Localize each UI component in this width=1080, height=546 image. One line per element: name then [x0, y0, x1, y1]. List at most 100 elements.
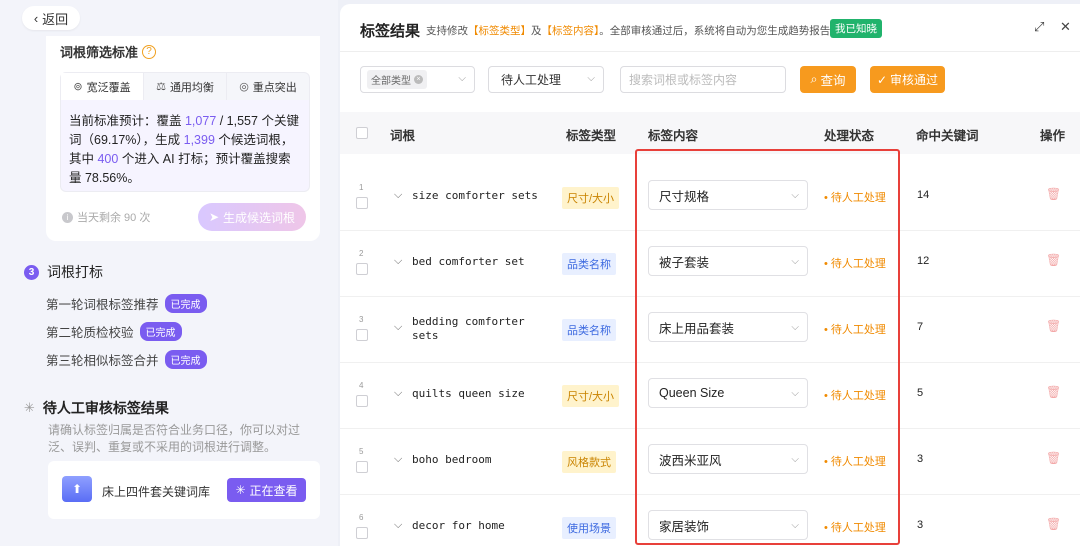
- filter-criteria-title: 词根筛选标准 ?: [60, 42, 157, 61]
- expand-chevron-icon[interactable]: ⌵: [394, 387, 402, 400]
- row-index: 5: [359, 447, 364, 456]
- broadcast-icon: ⊚: [73, 81, 83, 93]
- tag-type-badge[interactable]: 品类名称: [562, 253, 616, 275]
- tag-results-panel: 标签结果 支持修改【标签类型】及【标签内容】。全部审核通过后，系统将自动为您生成…: [340, 4, 1080, 546]
- search-icon: ⌕: [810, 72, 818, 86]
- hit-count: 3: [917, 519, 924, 531]
- root-word: size comforter sets: [412, 189, 538, 202]
- root-word: decor for home: [412, 519, 505, 532]
- substep-round-3: 第三轮相似标签合并 已完成: [46, 350, 207, 369]
- back-label: 返回: [42, 11, 69, 27]
- substep-round-1: 第一轮词根标签推荐 已完成: [46, 294, 207, 313]
- hit-count: 7: [917, 321, 924, 333]
- panel-description: 支持修改【标签类型】及【标签内容】。全部审核通过后，系统将自动为您生成趋势报告。: [426, 25, 841, 37]
- col-tag-type: 标签类型: [566, 129, 617, 143]
- close-icon[interactable]: ✕: [1060, 19, 1071, 35]
- tag-type-badge[interactable]: 尺寸/大小: [562, 385, 620, 407]
- step-root-tagging: 3 词根打标: [24, 262, 103, 282]
- expand-chevron-icon[interactable]: ⌵: [394, 321, 402, 334]
- expand-chevron-icon[interactable]: ⌵: [394, 519, 402, 532]
- acknowledge-button[interactable]: 我已知晓: [830, 19, 882, 38]
- hit-count: 3: [917, 453, 924, 465]
- left-panel: ‹ 返回 词根筛选标准 ? ⊚ 宽泛覆盖 ⚖ 通用均衡 ◎ 重点突出 当前标准预…: [0, 0, 338, 546]
- col-status: 处理状态: [824, 129, 875, 143]
- row-index: 3: [359, 315, 364, 324]
- step-manual-review: ✳ 待人工审核标签结果: [24, 400, 169, 416]
- folder-upload-icon: ⬆: [62, 476, 92, 502]
- target-icon: ◎: [239, 81, 249, 93]
- row-checkbox[interactable]: [356, 329, 368, 341]
- select-all-checkbox[interactable]: [356, 127, 368, 139]
- expand-icon[interactable]: ⤢: [1034, 19, 1044, 35]
- tab-broad-coverage[interactable]: ⊚ 宽泛覆盖: [61, 73, 144, 100]
- manual-review-description: 请确认标签归属是否符合业务口径，你可以对过泛、误判、重复或不采用的词根进行调整。: [48, 423, 301, 454]
- chevron-down-icon: ⌵: [587, 73, 595, 84]
- chevron-left-icon: ‹: [33, 10, 39, 26]
- keyword-library-card: ⬆ 床上四件套关键词库 ✳ 正在查看: [48, 461, 320, 519]
- row-checkbox[interactable]: [356, 527, 368, 539]
- table-header: 词根 标签类型 标签内容 处理状态 命中关键词 操作: [340, 112, 1080, 154]
- status-select[interactable]: 待人工处理 ⌵: [488, 66, 604, 93]
- send-icon: ➤: [208, 210, 220, 224]
- type-chip: 全部类型 ×: [367, 70, 427, 89]
- tag-type-badge[interactable]: 使用场景: [562, 517, 616, 539]
- tab-balanced[interactable]: ⚖ 通用均衡: [144, 73, 227, 100]
- delete-icon[interactable]: 🗑: [1046, 517, 1061, 531]
- hit-count: 5: [917, 387, 924, 399]
- viewing-button[interactable]: ✳ 正在查看: [227, 478, 306, 502]
- coverage-estimate: 当前标准预计：覆盖 1,077 / 1,557 个关键词（69.17%），生成 …: [60, 100, 310, 192]
- hit-count: 12: [917, 255, 930, 267]
- root-word: quilts queen size: [412, 387, 525, 400]
- root-word: bed comforter set: [412, 255, 525, 268]
- tag-type-badge[interactable]: 品类名称: [562, 319, 616, 341]
- done-badge: 已完成: [164, 350, 207, 369]
- hit-count: 14: [917, 189, 930, 201]
- expand-chevron-icon[interactable]: ⌵: [394, 255, 402, 268]
- tag-type-select[interactable]: 全部类型 × ⌵: [360, 66, 475, 93]
- loading-spinner-icon: ✳: [24, 400, 35, 415]
- row-index: 4: [359, 381, 364, 390]
- col-hit-keywords: 命中关键词: [916, 129, 979, 143]
- balance-icon: ⚖: [156, 81, 166, 93]
- row-index: 6: [359, 513, 364, 522]
- chevron-down-icon: ⌵: [458, 73, 466, 84]
- tab-focused[interactable]: ◎ 重点突出: [227, 73, 309, 100]
- approve-button[interactable]: ✓ 审核通过: [870, 66, 945, 93]
- clear-icon[interactable]: ×: [414, 75, 423, 84]
- row-checkbox[interactable]: [356, 263, 368, 275]
- tag-type-badge[interactable]: 尺寸/大小: [562, 187, 620, 209]
- row-index: 2: [359, 249, 364, 258]
- query-button[interactable]: ⌕ 查询: [800, 66, 856, 93]
- delete-icon[interactable]: 🗑: [1046, 253, 1061, 267]
- header-divider: [340, 51, 1080, 52]
- tag-type-badge[interactable]: 风格款式: [562, 451, 616, 473]
- delete-icon[interactable]: 🗑: [1046, 385, 1061, 399]
- generate-candidates-button[interactable]: ➤ 生成候选词根: [198, 203, 306, 231]
- back-button[interactable]: ‹ 返回: [22, 6, 80, 30]
- done-badge: 已完成: [139, 322, 182, 341]
- remaining-count: i 当天剩余 90 次: [62, 209, 150, 225]
- info-icon: i: [62, 211, 73, 223]
- root-word: bedding comforter sets: [412, 315, 525, 342]
- col-tag-content: 标签内容: [648, 129, 699, 143]
- row-checkbox[interactable]: [356, 395, 368, 407]
- panel-title: 标签结果: [360, 23, 421, 40]
- help-icon[interactable]: ?: [142, 44, 157, 59]
- search-input[interactable]: [620, 66, 786, 93]
- col-root: 词根: [390, 129, 416, 143]
- row-index: 1: [359, 183, 364, 192]
- col-actions: 操作: [1040, 129, 1066, 143]
- done-badge: 已完成: [164, 294, 207, 313]
- row-checkbox[interactable]: [356, 197, 368, 209]
- library-name: 床上四件套关键词库: [102, 485, 211, 499]
- root-word: boho bedroom: [412, 453, 492, 466]
- expand-chevron-icon[interactable]: ⌵: [394, 453, 402, 466]
- delete-icon[interactable]: 🗑: [1046, 451, 1061, 465]
- check-icon: ✓: [876, 72, 888, 87]
- delete-icon[interactable]: 🗑: [1046, 319, 1061, 333]
- row-checkbox[interactable]: [356, 461, 368, 473]
- substep-round-2: 第二轮质检校验 已完成: [46, 322, 182, 341]
- delete-icon[interactable]: 🗑: [1046, 187, 1061, 201]
- expand-chevron-icon[interactable]: ⌵: [394, 189, 402, 202]
- step-number-badge: 3: [24, 264, 39, 280]
